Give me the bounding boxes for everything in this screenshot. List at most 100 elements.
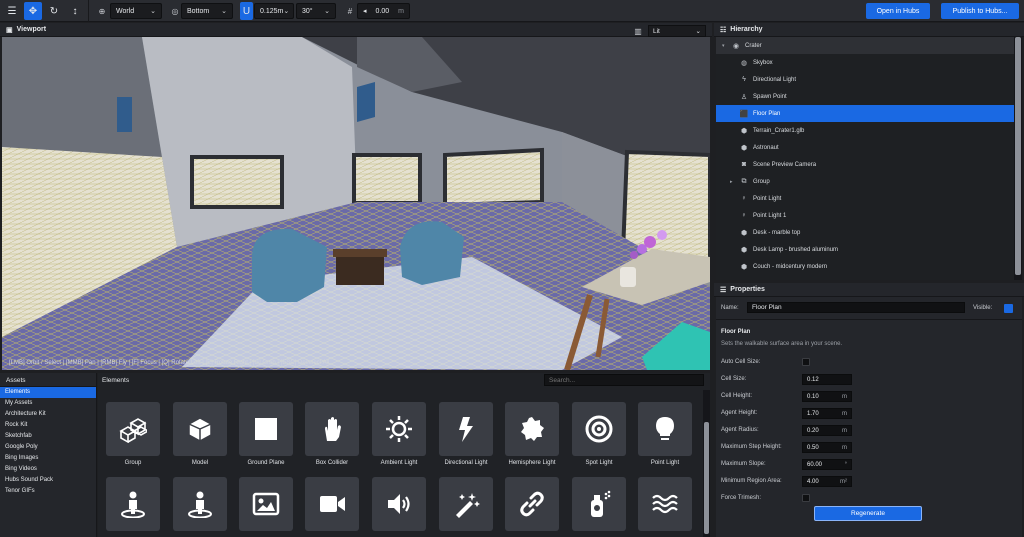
element-tile[interactable]: [572, 477, 626, 531]
source-item[interactable]: Sketchfab: [0, 431, 96, 442]
source-item[interactable]: Bing Images: [0, 453, 96, 464]
elements-scrollbar[interactable]: [703, 390, 710, 537]
grid-height-input[interactable]: ◂ 0.00 m: [357, 3, 410, 19]
element-tile[interactable]: [173, 402, 227, 456]
floor-plan-icon: ⬛: [739, 110, 749, 118]
element-tile[interactable]: [439, 477, 493, 531]
audio-icon: [388, 494, 410, 514]
source-item[interactable]: Elements: [0, 387, 96, 398]
element-tile[interactable]: [305, 402, 359, 456]
element-tile[interactable]: [372, 477, 426, 531]
field-unit: m: [842, 410, 847, 417]
scene-render[interactable]: [2, 37, 710, 370]
hierarchy-item[interactable]: ⬢ Desk - marble top: [716, 224, 1016, 241]
hierarchy-item[interactable]: ⬛ Floor Plan: [716, 105, 1016, 122]
element-tile[interactable]: [173, 477, 227, 531]
entity-name-input[interactable]: Floor Plan: [747, 302, 965, 313]
certificate-icon: [521, 417, 544, 441]
transform-space-select[interactable]: World ⌄: [110, 3, 162, 19]
element-tile[interactable]: [572, 402, 626, 456]
element-tile[interactable]: [505, 402, 559, 456]
hierarchy-scrollbar[interactable]: [1014, 37, 1022, 280]
field-checkbox[interactable]: [802, 358, 810, 366]
field-number-input[interactable]: 0.20 m: [802, 425, 852, 436]
element-tile-label: Box Collider: [315, 460, 349, 466]
open-in-hubs-button[interactable]: Open in Hubs: [866, 3, 930, 19]
element-tile[interactable]: [372, 402, 426, 456]
hierarchy-item[interactable]: ⬢ Terrain_Crater1.glb: [716, 122, 1016, 139]
menu-icon[interactable]: ☰: [3, 2, 21, 20]
rotate-tool-icon[interactable]: ↻: [45, 2, 63, 20]
element-tile[interactable]: [106, 402, 160, 456]
hierarchy-item[interactable]: ♙ Spawn Point: [716, 88, 1016, 105]
publish-to-hubs-button[interactable]: Publish to Hubs...: [941, 3, 1019, 19]
field-number-input[interactable]: 0.50 m: [802, 442, 852, 453]
hierarchy-header: ☷ Hierarchy: [714, 23, 1024, 37]
source-item[interactable]: Rock Kit: [0, 420, 96, 431]
source-item[interactable]: Google Poly: [0, 442, 96, 453]
source-item[interactable]: Architecture Kit: [0, 409, 96, 420]
hierarchy-item[interactable]: ⬢ Desk Lamp - brushed aluminum: [716, 241, 1016, 258]
render-mode-select[interactable]: Lit ⌄: [648, 25, 706, 37]
rotation-snap-select[interactable]: 30° ⌄: [296, 3, 336, 19]
field-value: 0.20: [807, 427, 819, 434]
collapse-arrow-icon[interactable]: ▾: [722, 43, 731, 49]
scale-tool-icon[interactable]: ↕: [66, 2, 84, 20]
element-tile[interactable]: [106, 477, 160, 531]
field-number-input[interactable]: 1.70 m: [802, 408, 852, 419]
chevron-down-icon: ⌄: [695, 28, 701, 35]
field-number-input[interactable]: 4.00 m²: [802, 476, 852, 487]
viewport-canvas[interactable]: [LMB] Orbit / Select | [MMB] Pan | [RMB]…: [2, 37, 710, 370]
hierarchy-scrollbar-thumb[interactable]: [1015, 37, 1021, 275]
hierarchy-item[interactable]: ◙ Scene Preview Camera: [716, 156, 1016, 173]
element-tile[interactable]: [505, 477, 559, 531]
bullseye-icon: [585, 415, 613, 443]
source-item[interactable]: Tenor GIFs: [0, 486, 96, 497]
element-tile[interactable]: [439, 402, 493, 456]
field-number-input[interactable]: 60.00 °: [802, 459, 852, 470]
element-tile[interactable]: [239, 477, 293, 531]
element-tile[interactable]: [239, 402, 293, 456]
model-icon: ⬢: [740, 127, 748, 135]
element-tile-label: Ambient Light: [380, 460, 418, 466]
element-tile-label: Hemisphere Light: [508, 460, 556, 466]
hierarchy-item[interactable]: ▸ ⧉ Group: [716, 173, 1016, 190]
hierarchy-item[interactable]: ♀ Point Light 1: [716, 207, 1016, 224]
chevron-down-icon: ⌄: [150, 8, 156, 15]
stats-chart-icon[interactable]: ▥: [633, 26, 643, 36]
snap-toggle-icon[interactable]: U: [240, 2, 253, 20]
hierarchy-item[interactable]: ϟ Directional Light: [716, 71, 1016, 88]
field-label: Force Trimesh:: [721, 495, 762, 501]
viewport-header: ▣ Viewport: [0, 23, 712, 37]
field-number-input[interactable]: 0.12: [802, 374, 852, 385]
translate-tool-icon[interactable]: ✥: [24, 2, 42, 20]
hierarchy-item[interactable]: ♀ Point Light: [716, 190, 1016, 207]
transform-pivot-value: Bottom: [187, 7, 210, 15]
source-item[interactable]: Bing Videos: [0, 464, 96, 475]
field-checkbox[interactable]: [802, 494, 810, 502]
grid-step-left-icon[interactable]: ◂: [363, 7, 367, 15]
asset-search-input[interactable]: [544, 374, 704, 386]
hierarchy-item[interactable]: ⬢ Couch - midcentury modern: [716, 258, 1016, 275]
element-tile[interactable]: [305, 477, 359, 531]
properties-header: ☰ Properties: [714, 283, 1024, 297]
transform-pivot-select[interactable]: Bottom ⌄: [181, 3, 233, 19]
visible-checkbox[interactable]: [1004, 304, 1013, 313]
expand-arrow-icon[interactable]: ▸: [730, 179, 739, 185]
regenerate-button[interactable]: Regenerate: [814, 506, 922, 521]
hierarchy-item[interactable]: ◍ Skybox: [716, 54, 1016, 71]
field-label: Maximum Slope:: [721, 461, 766, 467]
source-item[interactable]: Hubs Sound Pack: [0, 475, 96, 486]
square-icon: [255, 418, 277, 440]
visible-label: Visible:: [973, 305, 993, 311]
hierarchy-item[interactable]: ⬢ Astronaut: [716, 139, 1016, 156]
magic-wand-icon: [456, 493, 480, 518]
source-item[interactable]: My Assets: [0, 398, 96, 409]
element-tile[interactable]: [638, 477, 692, 531]
translation-snap-select[interactable]: 0.125m ⌄: [254, 3, 294, 19]
hierarchy-item[interactable]: ▾ ◉ Crater: [716, 37, 1016, 54]
field-number-input[interactable]: 0.10 m: [802, 391, 852, 402]
camera-icon: ◙: [741, 161, 747, 168]
element-tile[interactable]: [638, 402, 692, 456]
elements-scrollbar-thumb[interactable]: [704, 422, 709, 534]
